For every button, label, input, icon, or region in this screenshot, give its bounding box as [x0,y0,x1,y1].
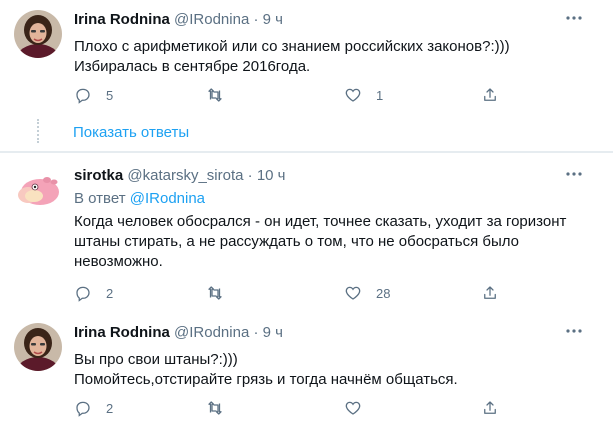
tweet-sirotka[interactable]: sirotka @katarsky_sirota · 10 ч В ответ … [0,152,613,313]
tweet-time[interactable]: 10 ч [257,167,286,184]
share-icon [484,286,496,299]
tweet-line: штаны стирать, а не рассуждать о том, чт… [74,233,520,250]
tweet-header: sirotka @katarsky_sirota · 10 ч [74,167,286,184]
author-name[interactable]: sirotka [74,167,123,184]
separator-dot: · [253,11,259,28]
share-button[interactable] [481,397,499,419]
avatar-irina-image [14,323,62,371]
tweet-header: Irina Rodnina @IRodnina · 9 ч [74,324,283,341]
share-button[interactable] [481,84,499,106]
tweet-line: Избиралась в сентябре 2016года. [74,58,311,75]
tweet-line: Когда человек обосрался - он идет, точне… [74,213,567,230]
like-button[interactable]: 1 [344,84,383,106]
retweet-button[interactable] [206,282,238,304]
tweet-time[interactable]: 9 ч [263,11,283,28]
share-button[interactable] [481,282,499,304]
author-handle[interactable]: @katarsky_sirota [127,167,243,184]
tweet-time[interactable]: 9 ч [263,324,283,341]
tweet-line: Вы про свои штаны?:))) [74,351,238,368]
author-name[interactable]: Irina Rodnina [74,11,170,28]
reply-button[interactable]: 2 [74,397,113,419]
separator-dot: · [247,167,253,184]
show-replies-link[interactable]: Показать ответы [73,124,189,141]
tweet-irina-1[interactable]: Irina Rodnina @IRodnina · 9 ч Плохо с ар… [0,0,613,114]
reply-to-line: В ответ @IRodnina [74,190,205,207]
like-count: 1 [376,87,384,103]
reply-count: 2 [106,285,114,301]
reply-count: 2 [106,400,114,416]
tweet-actions: 2 28 [74,282,534,304]
tweet-actions: 2 [74,397,534,419]
like-icon [345,286,361,300]
more-icon[interactable] [565,11,583,23]
share-icon [484,88,496,101]
like-icon [345,88,361,102]
retweet-button[interactable] [206,397,238,419]
tweet-line: Помойтесь,отстирайте грязь и тогда начнё… [74,371,458,388]
reply-to-handle[interactable]: @IRodnina [130,190,205,207]
tweet-actions: 5 1 [74,84,534,106]
retweet-icon [208,286,222,300]
tweet-header: Irina Rodnina @IRodnina · 9 ч [74,11,283,28]
tweet-text: Когда человек обосрался - он идет, точне… [74,212,584,272]
more-icon[interactable] [565,324,583,336]
reply-prefix: В ответ [74,190,126,207]
avatar-irina-image [14,10,62,58]
avatar[interactable] [14,10,62,58]
author-handle[interactable]: @IRodnina [174,324,249,341]
avatar[interactable] [14,165,62,213]
reply-icon [76,286,90,302]
avatar-slowpoke-image [14,165,62,213]
tweet-text: Плохо с арифметикой или со знанием росси… [74,37,584,77]
reply-icon [76,88,90,104]
reply-icon [76,401,90,417]
more-icon[interactable] [565,167,583,179]
reply-button[interactable]: 5 [74,84,113,106]
author-name[interactable]: Irina Rodnina [74,324,170,341]
reply-count: 5 [106,87,114,103]
tweet-line: Плохо с арифметикой или со знанием росси… [74,38,510,55]
share-icon [484,401,496,414]
retweet-button[interactable] [206,84,238,106]
like-button[interactable] [344,397,376,419]
avatar[interactable] [14,323,62,371]
separator-dot: · [253,324,259,341]
like-count: 28 [376,285,391,301]
author-handle[interactable]: @IRodnina [174,11,249,28]
like-button[interactable]: 28 [344,282,390,304]
reply-button[interactable]: 2 [74,282,113,304]
retweet-icon [208,401,222,415]
retweet-icon [208,88,222,102]
like-icon [345,401,361,415]
tweet-line: невозможно. [74,253,163,270]
thread-line [37,119,41,143]
tweet-text: Вы про свои штаны?:))) Помойтесь,отстира… [74,350,584,390]
tweet-irina-2[interactable]: Irina Rodnina @IRodnina · 9 ч Вы про сво… [0,313,613,431]
